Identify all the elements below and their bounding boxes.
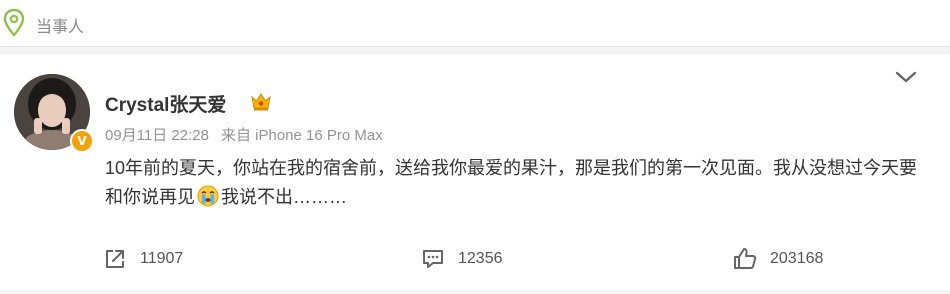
action-bar: 11907 12356 203168	[0, 242, 950, 276]
like-button[interactable]: 203168	[732, 246, 823, 272]
comment-count: 12356	[458, 250, 503, 267]
username[interactable]: Crystal张天爱	[105, 90, 226, 117]
topic-label[interactable]: 当事人	[36, 13, 84, 37]
post-date[interactable]: 09月11日 22:28	[105, 127, 209, 144]
post-content: 10年前的夏天，你站在我的宿舍前，送给我你最爱的果汁，那是我们的第一次见面。我从…	[105, 154, 925, 212]
post-meta: 09月11日 22:28 来自 iPhone 16 Pro Max	[105, 124, 383, 145]
comment-icon	[423, 250, 443, 268]
like-count: 203168	[770, 250, 824, 267]
verified-badge: V	[70, 129, 94, 153]
like-icon	[734, 248, 757, 269]
comment-button[interactable]: 12356	[420, 246, 503, 272]
chevron-down-icon[interactable]	[894, 69, 918, 85]
share-icon	[106, 250, 124, 268]
post-text-part2: 我说不出………	[221, 187, 347, 207]
crown-icon[interactable]	[249, 89, 273, 113]
weibo-post-card: V Crystal张天爱 09月11日 22:28 来自 iPhone 16 Pr…	[0, 54, 950, 290]
location-pin-icon	[3, 8, 25, 37]
share-button[interactable]: 11907	[102, 246, 183, 272]
share-count: 11907	[140, 250, 184, 267]
crying-emoji-icon	[197, 185, 219, 207]
topic-header: 当事人	[0, 0, 950, 47]
post-source: 来自 iPhone 16 Pro Max	[220, 127, 383, 144]
